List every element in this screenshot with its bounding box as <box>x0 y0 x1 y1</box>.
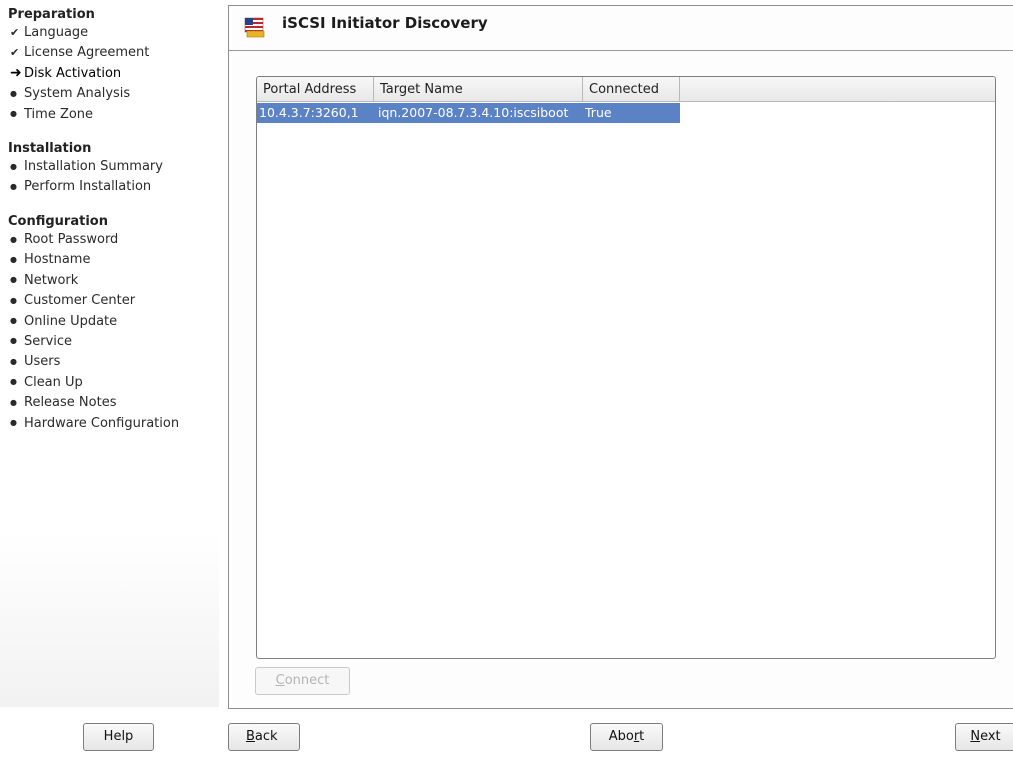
bullet-icon <box>10 84 24 105</box>
step-label: Service <box>24 333 73 349</box>
targets-table[interactable]: Portal Address Target Name Connected 10.… <box>256 76 996 659</box>
check-icon <box>10 23 24 43</box>
next-mnemonic: N <box>970 729 981 744</box>
step-system-analysis: System Analysis <box>8 84 149 104</box>
step-time-zone: Time Zone <box>8 105 149 125</box>
step-label: Disk Activation <box>24 65 122 81</box>
next-button[interactable]: Next <box>955 723 1013 751</box>
step-online-update: Online Update <box>8 312 179 332</box>
step-label: License Agreement <box>24 45 150 61</box>
step-label: Perform Installation <box>24 179 152 195</box>
column-header-portal-address[interactable]: Portal Address <box>257 77 374 102</box>
step-service: Service <box>8 332 179 352</box>
connect-label-post: onnect <box>284 673 330 688</box>
step-customer-center: Customer Center <box>8 291 179 311</box>
back-label-post: ack <box>254 729 278 744</box>
step-label: Network <box>24 272 79 288</box>
step-clean-up: Clean Up <box>8 373 179 393</box>
help-label: Help <box>103 729 134 744</box>
section-preparation: Preparation Language License Agreement D… <box>8 6 149 125</box>
help-button[interactable]: Help <box>83 723 154 751</box>
step-label: Release Notes <box>24 395 117 411</box>
back-mnemonic: B <box>246 729 255 744</box>
step-label: Online Update <box>24 313 118 329</box>
dialog-header: iSCSI Initiator Discovery <box>229 6 1013 51</box>
cell-portal-address: 10.4.3.7:3260,1 <box>259 105 359 120</box>
installation-steps-sidebar: Preparation Language License Agreement D… <box>0 0 219 707</box>
connect-button[interactable]: Connect <box>255 667 350 695</box>
step-installation-summary: Installation Summary <box>8 157 163 177</box>
step-label: Hardware Configuration <box>24 415 180 431</box>
bullet-icon <box>10 230 24 251</box>
bullet-icon <box>10 352 24 373</box>
step-label: Clean Up <box>24 374 83 390</box>
section-installation: Installation Installation Summary Perfor… <box>8 140 163 198</box>
back-button[interactable]: Back <box>228 723 300 751</box>
step-hardware-configuration: Hardware Configuration <box>8 414 179 434</box>
us-flag-icon <box>244 17 265 38</box>
step-users: Users <box>8 352 179 372</box>
column-header-connected[interactable]: Connected <box>583 77 680 102</box>
abort-label-post: t <box>639 729 645 744</box>
bullet-icon <box>10 104 24 125</box>
abort-label-pre: Abo <box>608 729 634 744</box>
step-release-notes: Release Notes <box>8 393 179 413</box>
bullet-icon <box>10 413 24 434</box>
bullet-icon <box>10 157 24 178</box>
next-label-post: ext <box>980 729 1001 744</box>
section-title-installation: Installation <box>8 141 92 156</box>
bullet-icon <box>10 250 24 271</box>
section-title-preparation: Preparation <box>8 7 95 22</box>
step-label: Time Zone <box>24 106 94 122</box>
section-configuration: Configuration Root Password Hostname Net… <box>8 213 179 434</box>
step-disk-activation: Disk Activation <box>8 64 149 84</box>
step-label: System Analysis <box>24 86 131 102</box>
step-perform-installation: Perform Installation <box>8 177 163 197</box>
step-license-agreement: License Agreement <box>8 43 149 63</box>
section-title-configuration: Configuration <box>8 214 108 229</box>
bullet-icon <box>10 331 24 352</box>
bullet-icon <box>10 372 24 393</box>
cell-target-name: iqn.2007-08.7.3.4.10:iscsiboot <box>378 105 569 120</box>
step-label: Users <box>24 354 61 370</box>
bullet-icon <box>10 291 24 312</box>
bullet-icon <box>10 311 24 332</box>
step-label: Installation Summary <box>24 159 163 174</box>
table-row[interactable]: 10.4.3.7:3260,1 iqn.2007-08.7.3.4.10:isc… <box>257 103 680 123</box>
check-icon <box>10 43 24 63</box>
step-label: Customer Center <box>24 293 136 309</box>
page-title: iSCSI Initiator Discovery <box>282 14 488 32</box>
arrow-right-icon <box>10 63 24 84</box>
abort-button[interactable]: Abort <box>590 723 663 751</box>
bullet-icon <box>10 393 24 414</box>
connect-mnemonic: C <box>275 673 285 688</box>
step-label: Hostname <box>24 252 91 268</box>
step-network: Network <box>8 271 179 291</box>
step-hostname: Hostname <box>8 250 179 270</box>
content-panel: iSCSI Initiator Discovery Portal Address… <box>228 5 1013 709</box>
bullet-icon <box>10 270 24 291</box>
step-label: Root Password <box>24 232 119 247</box>
step-language: Language <box>8 23 149 43</box>
bullet-icon <box>10 177 24 198</box>
column-header-target-name[interactable]: Target Name <box>374 77 583 102</box>
table-header: Portal Address Target Name Connected <box>257 77 995 102</box>
step-label: Language <box>24 25 89 40</box>
cell-connected: True <box>585 105 612 120</box>
step-root-password: Root Password <box>8 230 179 250</box>
